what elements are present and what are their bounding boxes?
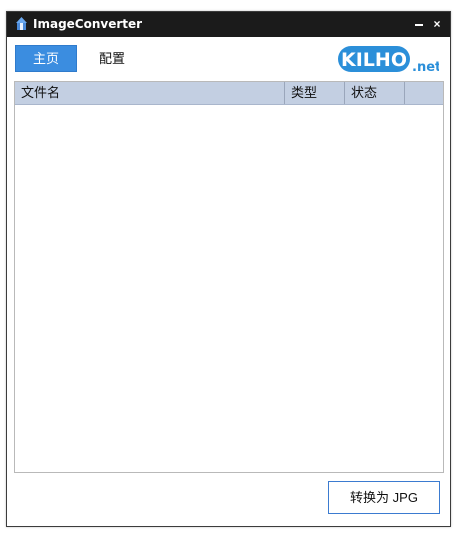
table-header: 文件名 类型 状态 xyxy=(15,82,443,105)
title-bar[interactable]: ImageConverter × xyxy=(7,12,450,37)
tab-home[interactable]: 主页 xyxy=(15,45,77,72)
svg-text:KILHO: KILHO xyxy=(341,49,407,71)
tab-config[interactable]: 配置 xyxy=(85,45,139,72)
column-header-filler xyxy=(405,82,443,104)
column-header-type[interactable]: 类型 xyxy=(285,82,345,104)
column-header-filename[interactable]: 文件名 xyxy=(15,82,285,104)
table-body[interactable] xyxy=(15,105,443,472)
app-icon xyxy=(16,17,27,30)
window-title: ImageConverter xyxy=(33,17,143,31)
kilho-logo: KILHO .net xyxy=(338,46,439,75)
app-window: ImageConverter × 主页 配置 KILHO .net 文件名 类型… xyxy=(6,11,451,527)
file-list-table[interactable]: 文件名 类型 状态 xyxy=(14,81,444,473)
close-icon[interactable]: × xyxy=(429,15,445,33)
column-header-status[interactable]: 状态 xyxy=(345,82,405,104)
convert-to-jpg-button[interactable]: 转换为 JPG xyxy=(328,481,440,514)
minimize-icon[interactable] xyxy=(411,15,427,33)
svg-text:.net: .net xyxy=(412,60,439,75)
